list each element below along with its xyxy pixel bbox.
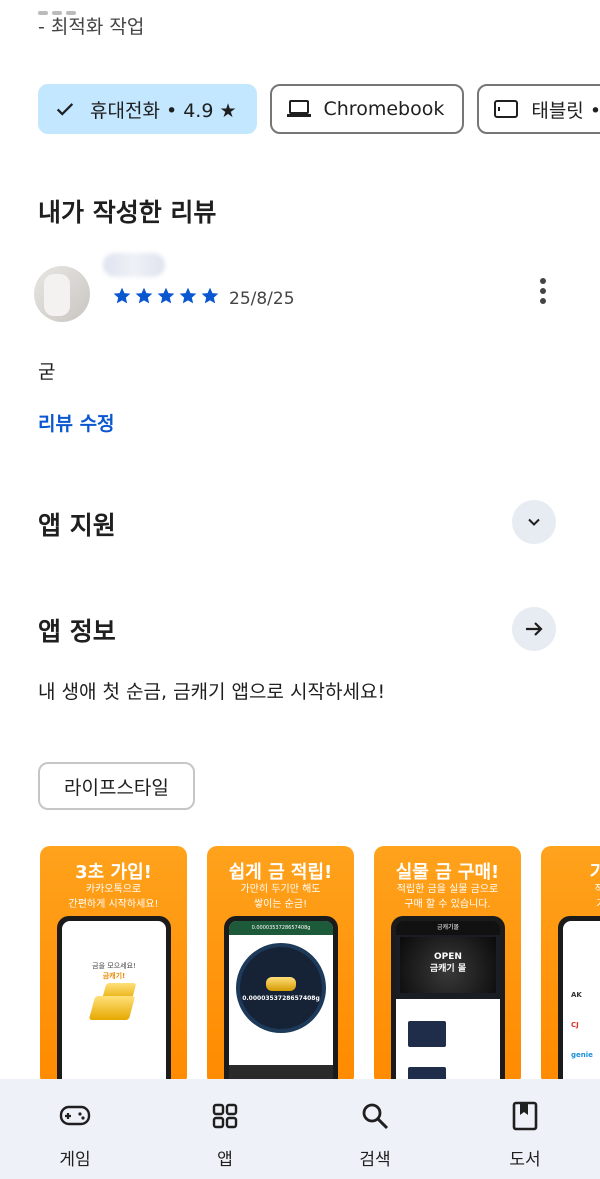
device-chip-tablet[interactable]: 태블릿 • 4.8: [477, 84, 600, 134]
screen-header: 0.0000353728657408g: [229, 921, 333, 935]
star-icon: [157, 287, 175, 304]
nav-item-search[interactable]: 검색: [315, 1079, 435, 1179]
screenshot-2[interactable]: 쉽게 금 적립! 가만히 두기만 해도 쌓이는 순금! 0.00003537286…: [207, 846, 354, 1086]
screenshot-subtitle: 카카오톡으로 간편하게 시작하세요!: [68, 884, 159, 910]
screen-header: 금캐기몰: [396, 921, 500, 935]
bottom-navigation: 게임 앱 검색 도서: [0, 1079, 600, 1179]
device-chip-label: Chromebook: [323, 98, 445, 120]
app-support-title: 앱 지원: [38, 511, 116, 540]
device-chip-row: 휴대전화 • 4.9 ★ Chromebook 태블릿 • 4.8: [38, 84, 600, 134]
more-options-button[interactable]: [530, 276, 556, 306]
brand-logo: AK: [571, 991, 582, 999]
app-info-title: 앱 정보: [38, 617, 116, 646]
brand-logo: genie: [571, 1051, 593, 1059]
review-date: 25/8/25: [229, 289, 295, 309]
screenshot-title: 쉽게 금 적립!: [228, 862, 333, 883]
screenshot-subtitle: 가만히 두기만 해도 쌓이는 순금!: [240, 884, 321, 910]
screenshot-title: 실물 금 구매!: [395, 862, 500, 883]
nav-label: 검색: [359, 1150, 391, 1170]
screenshot-carousel[interactable]: 3초 가입! 카카오톡으로 간편하게 시작하세요! 금을 모으세요! 금캐기! 쉽게…: [40, 846, 600, 1086]
previous-section-item: - 최적화 작업: [38, 16, 145, 38]
avatar: [34, 266, 90, 322]
rating-stars: [112, 286, 220, 306]
my-review-title: 내가 작성한 리뷰: [38, 198, 217, 227]
screen-text: 금을 모으세요! 금캐기!: [92, 962, 136, 980]
book-icon: [508, 1099, 542, 1133]
brand-logo: CJ: [571, 1021, 579, 1029]
product-list: [396, 999, 500, 1086]
screenshot-4[interactable]: 기프티 적립한 금기프티콘 AK CJ genie: [541, 846, 600, 1086]
chevron-down-icon: [528, 518, 540, 526]
nav-label: 앱: [217, 1150, 233, 1170]
username-blurred: [103, 253, 165, 277]
gold-bar-image: [88, 996, 136, 1020]
screenshot-3[interactable]: 실물 금 구매! 적립한 금을 실물 금으로 구매 할 수 있습니다. 금캐기몰 …: [374, 846, 521, 1086]
nav-item-books[interactable]: 도서: [465, 1079, 585, 1179]
screenshot-subtitle: 적립한 금기프티콘: [594, 884, 600, 910]
star-icon: [113, 287, 131, 304]
arrow-right-icon: [526, 622, 543, 636]
device-chip-phone[interactable]: 휴대전화 • 4.9 ★: [38, 84, 257, 134]
screenshot-title: 3초 가입!: [75, 862, 152, 883]
nav-item-games[interactable]: 게임: [15, 1079, 135, 1179]
star-icon: [135, 287, 153, 304]
previous-content-fade: [38, 0, 158, 15]
open-banner: OPEN 금캐기 몰: [400, 937, 496, 993]
review-text: 굳: [38, 361, 56, 383]
screenshot-title: 기프티: [589, 862, 600, 883]
laptop-icon: [286, 96, 312, 122]
gold-balance-circle: 0.0000353728657408g: [236, 943, 326, 1033]
app-description: 내 생애 첫 순금, 금캐기 앱으로 시작하세요!: [38, 681, 386, 703]
tablet-icon: [493, 96, 519, 122]
apps-grid-icon: [208, 1099, 242, 1133]
star-icon: [179, 287, 197, 304]
gold-nugget-image: [266, 977, 296, 991]
screenshot-subtitle: 적립한 금을 실물 금으로 구매 할 수 있습니다.: [396, 884, 499, 910]
star-icon: [201, 287, 219, 304]
gamepad-icon: [58, 1099, 92, 1133]
edit-review-link[interactable]: 리뷰 수정: [38, 409, 115, 436]
app-support-expand-button[interactable]: [512, 500, 556, 544]
phone-mockup: 0.0000353728657408g 0.0000353728657408g: [224, 916, 338, 1086]
screenshot-1[interactable]: 3초 가입! 카카오톡으로 간편하게 시작하세요! 금을 모으세요! 금캐기!: [40, 846, 187, 1086]
category-chip[interactable]: 라이프스타일: [38, 762, 195, 810]
device-chip-chromebook[interactable]: Chromebook: [269, 84, 465, 134]
nav-label: 게임: [59, 1150, 91, 1170]
search-icon: [358, 1099, 392, 1133]
nav-label: 도서: [509, 1150, 541, 1170]
device-chip-label: 태블릿 • 4.8: [531, 99, 600, 122]
phone-mockup: 금캐기몰 OPEN 금캐기 몰: [391, 916, 505, 1086]
nav-item-apps[interactable]: 앱: [165, 1079, 285, 1179]
app-info-arrow-button[interactable]: [512, 607, 556, 651]
phone-mockup: 금을 모으세요! 금캐기!: [57, 916, 171, 1086]
phone-mockup: AK CJ genie: [558, 916, 600, 1086]
check-icon: [52, 96, 78, 122]
device-chip-label: 휴대전화 • 4.9 ★: [90, 99, 237, 122]
